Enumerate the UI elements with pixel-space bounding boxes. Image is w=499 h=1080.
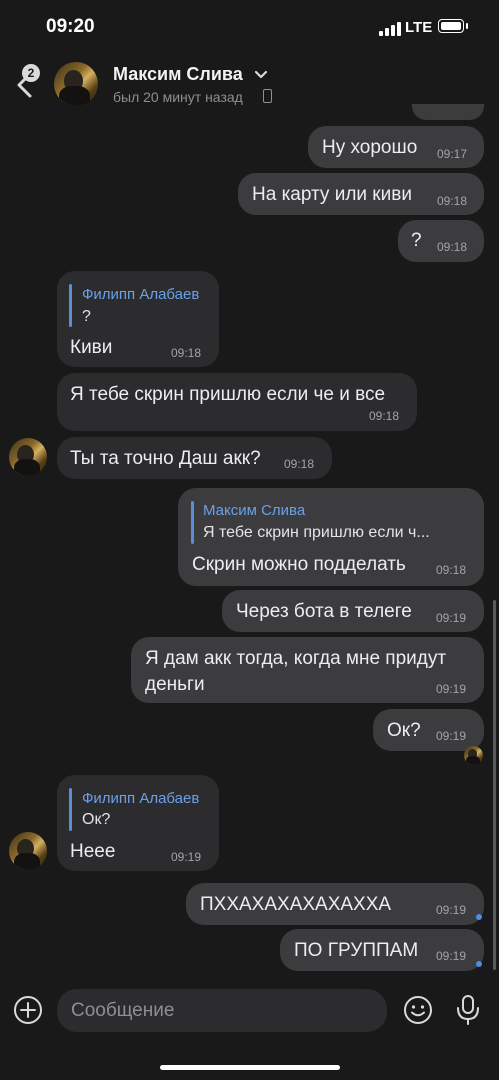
chevron-down-icon[interactable] [254,70,268,80]
home-indicator [160,1065,340,1070]
message-bubble-out[interactable]: Я дам акк тогда, когда мне придут деньги… [131,637,484,703]
message-bubble-cut [412,104,484,120]
message-time: 09:19 [436,949,467,963]
scrollbar[interactable] [493,600,496,970]
message-time: 09:19 [436,611,467,625]
reply-bar [191,501,194,544]
message-time: 09:17 [437,147,468,161]
message-text: Через бота в телеге [236,601,412,622]
microphone-icon[interactable] [455,994,481,1026]
message-bubble-out[interactable]: Ну хорошо 09:17 [308,126,484,168]
reply-bar [69,788,72,831]
message-bubble-out[interactable]: ? 09:18 [398,220,484,262]
reply-author: Филипп Алабаев [82,790,200,807]
message-time: 09:18 [437,240,468,254]
avatar[interactable] [54,62,98,106]
battery-icon [438,19,464,33]
message-bubble-out[interactable]: Через бота в телеге 09:19 [222,590,484,632]
message-text: Скрин можно подделать [192,554,406,575]
read-receipt-avatar [464,746,483,765]
reply-author: Максим Слива [203,502,306,519]
reply-text: Ок? [82,811,111,828]
message-text: Неее [70,841,116,862]
contact-name[interactable]: Максим Слива [113,64,243,85]
message-bubble-out[interactable]: Максим Слива Я тебе скрин пришлю если ч.… [178,488,484,586]
message-text: На карту или киви [252,184,412,205]
status-time: 09:20 [46,16,95,37]
message-time: 09:18 [171,346,202,360]
unread-count-badge: 2 [22,64,40,82]
unread-indicator [476,914,482,920]
message-time: 09:19 [436,682,467,696]
message-text: Я дам акк тогда, когда мне придут [145,648,447,669]
avatar[interactable] [9,832,47,870]
network-label: LTE [405,19,433,36]
message-text: Ок? [387,720,421,741]
message-text: Ну хорошо [322,137,418,158]
reply-author: Филипп Алабаев [82,286,200,303]
avatar[interactable] [9,438,47,476]
message-input-placeholder: Сообщение [71,1000,175,1021]
battery-tip [466,23,468,29]
message-bubble-in[interactable]: Филипп Алабаев Ок? Неее 09:19 [57,775,219,871]
plus-circle-icon[interactable] [13,995,43,1025]
message-bubble-in[interactable]: Ты та точно Даш акк? 09:18 [57,437,332,479]
message-bubble-in[interactable]: Я тебе скрин пришлю если че и все 09:18 [57,373,417,431]
contact-status: был 20 минут назад [113,89,243,105]
message-text: Киви [70,337,113,358]
message-bubble-out[interactable]: ПО ГРУППАМ 09:19 [280,929,484,971]
message-text: ПО ГРУППАМ [294,940,419,961]
signal-icon [379,22,401,36]
reply-text: Я тебе скрин пришлю если ч... [203,524,430,541]
message-time: 09:19 [436,903,467,917]
message-text: Ты та точно Даш акк? [70,448,261,469]
message-time: 09:18 [436,563,467,577]
reply-bar [69,284,72,327]
message-time: 09:18 [437,194,468,208]
message-bubble-out[interactable]: На карту или киви 09:18 [238,173,484,215]
message-text: ? [411,230,422,251]
message-text: Я тебе скрин пришлю если че и все [70,384,386,405]
message-text: ПХХАХАХАХАХАХХА [200,894,392,915]
message-bubble-out[interactable]: Ок? 09:19 [373,709,484,751]
message-bubble-in[interactable]: Филипп Алабаев ? Киви 09:18 [57,271,219,367]
message-text: деньги [145,674,205,695]
message-time: 09:18 [284,457,315,471]
message-time: 09:19 [436,729,467,743]
message-bubble-out[interactable]: ПХХАХАХАХАХАХХА 09:19 [186,883,484,925]
message-time: 09:19 [171,850,202,864]
smile-icon[interactable] [403,995,433,1025]
phone-icon [263,89,272,103]
unread-indicator [476,961,482,967]
message-time: 09:18 [369,409,400,423]
reply-text: ? [82,308,91,325]
